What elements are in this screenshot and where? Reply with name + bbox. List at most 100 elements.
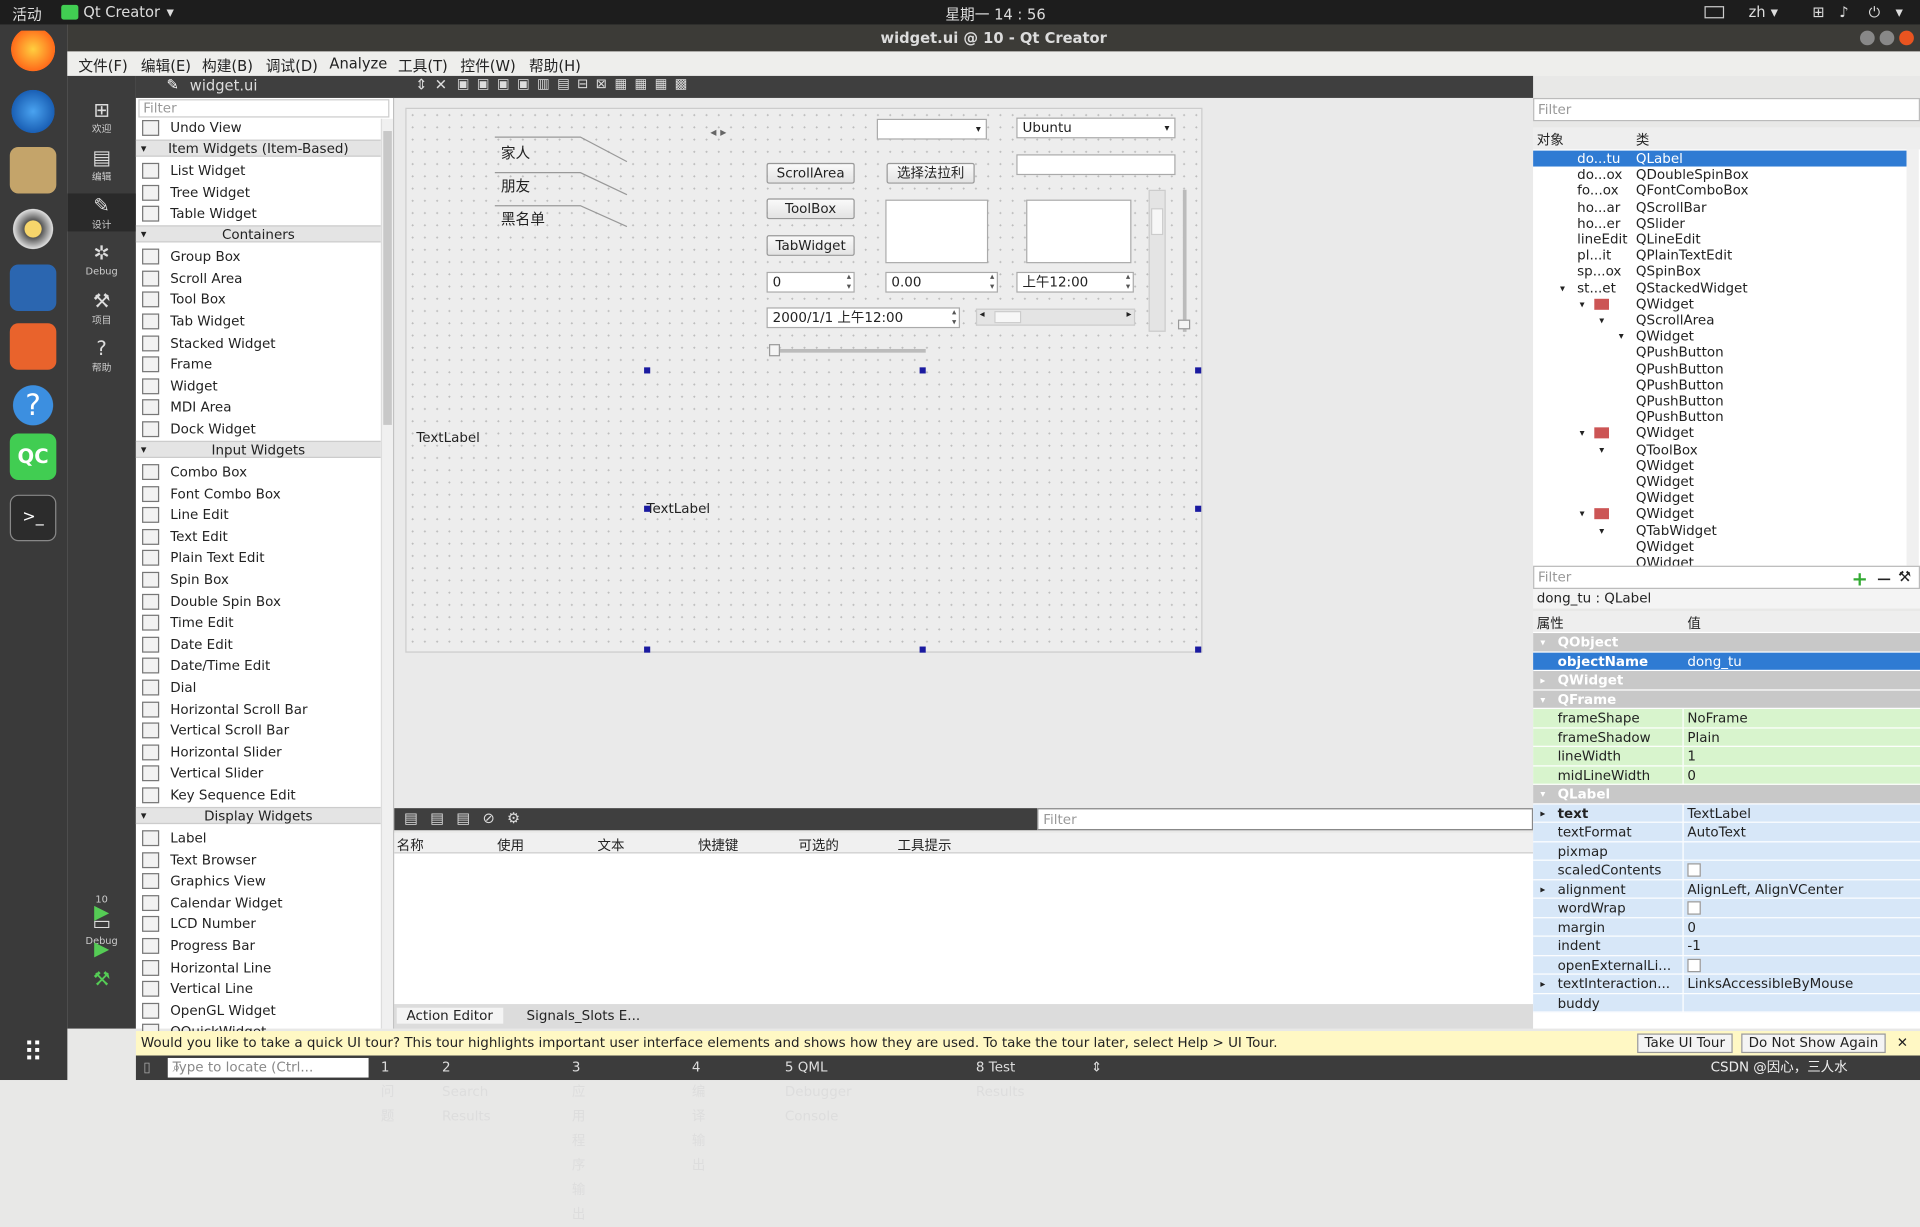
text-label-dong-tu[interactable]: TextLabel <box>647 501 711 517</box>
qt-creator-icon[interactable]: QC <box>9 433 57 481</box>
mode-help[interactable]: ? 帮助 <box>67 337 136 375</box>
chevron-updown-icon[interactable]: ⇕ <box>1091 1056 1102 1080</box>
action-table[interactable] <box>394 853 1534 1005</box>
menu-item[interactable]: 编辑(E) <box>141 55 191 76</box>
add-property-icon[interactable]: + <box>1851 567 1867 590</box>
object-tree-row[interactable]: ▾ QScrollArea <box>1533 312 1906 328</box>
widget-item[interactable]: Plain Text Edit <box>136 548 381 569</box>
column-class[interactable]: 类 <box>1636 130 1649 150</box>
widget-item[interactable]: Line Edit <box>136 505 381 526</box>
locator-input[interactable]: ⌕ Type to locate (Ctrl... <box>167 1057 369 1078</box>
close-icon[interactable] <box>1899 30 1914 46</box>
close-icon[interactable]: ✕ <box>1897 1031 1908 1055</box>
widget-item[interactable]: OpenGL Widget <box>136 1000 381 1021</box>
expand-arrow-icon[interactable]: ▾ <box>1580 506 1585 522</box>
network-icon[interactable]: ⊞ <box>1812 4 1824 21</box>
activities-button[interactable]: 活动 <box>12 4 41 25</box>
text-label-1[interactable]: TextLabel <box>416 430 480 446</box>
widget-item[interactable]: Calendar Widget <box>136 892 381 913</box>
property-section[interactable]: ▸ QWidget <box>1533 671 1920 691</box>
property-value[interactable]: dong_tu <box>1687 652 1741 671</box>
action-column[interactable]: 名称 <box>397 835 424 855</box>
toolbox-tab-family[interactable]: 家人 <box>501 142 530 163</box>
widget-item[interactable]: Scroll Area <box>136 268 381 289</box>
widget-item[interactable]: Vertical Slider <box>136 763 381 784</box>
widget-item[interactable]: Vertical Line <box>136 979 381 1000</box>
object-tree-row[interactable]: pl...it QPlainTextEdit <box>1533 248 1906 264</box>
output-pane-tab[interactable]: 1 问题 <box>381 1056 394 1129</box>
stacked-widget-arrows[interactable]: ◂ ▸ <box>710 126 726 139</box>
tabwidget-button[interactable]: TabWidget <box>766 235 855 256</box>
widget-item[interactable]: Combo Box <box>136 462 381 483</box>
mode-pencil[interactable]: ✎ 设计 <box>67 193 136 232</box>
widget-category[interactable]: Display Widgets <box>135 806 381 825</box>
horizontal-scroll-bar[interactable]: ◂ ▸ <box>975 308 1136 326</box>
selection-handle[interactable] <box>644 646 651 653</box>
object-tree-row[interactable]: QPushButton <box>1533 393 1906 409</box>
property-row[interactable]: openExternalLi... <box>1533 955 1920 975</box>
property-section[interactable]: ▾ QFrame <box>1533 690 1920 709</box>
selection-handle[interactable] <box>1195 646 1202 653</box>
widget-item[interactable]: List Widget <box>136 160 381 181</box>
output-pane-tab[interactable]: 2 Search Results <box>442 1056 491 1129</box>
take-ui-tour-button[interactable]: Take UI Tour <box>1637 1033 1733 1054</box>
expand-arrow-icon[interactable]: ▾ <box>1540 785 1545 804</box>
widget-item[interactable]: Widget <box>136 376 381 397</box>
widget-item[interactable]: Text Browser <box>136 849 381 870</box>
vertical-slider[interactable] <box>1177 189 1191 332</box>
widget-item[interactable]: Dock Widget <box>136 419 381 440</box>
object-tree-row[interactable]: lineEdit QLineEdit <box>1533 231 1906 247</box>
toolbox-tab-blacklist[interactable]: 黑名单 <box>501 208 545 229</box>
datetime-edit[interactable]: 2000/1/1 上午12:00 <box>766 307 961 329</box>
object-tree-row[interactable]: ▾ QToolBox <box>1533 442 1906 458</box>
widget-item[interactable]: Horizontal Scroll Bar <box>136 699 381 720</box>
property-row[interactable]: scaledContents <box>1533 860 1920 880</box>
object-tree-row[interactable]: do...tu QLabel <box>1533 150 1907 167</box>
software-center-icon[interactable] <box>9 323 57 370</box>
action-tools[interactable]: ▤▤▤⊘⚙ <box>404 809 532 826</box>
menu-item[interactable]: 文件(F) <box>78 55 127 76</box>
property-checkbox[interactable] <box>1687 958 1701 972</box>
object-tree-row[interactable]: QPushButton <box>1533 361 1906 377</box>
help-icon[interactable]: ? <box>9 382 57 429</box>
widget-box-scrollbar[interactable] <box>380 118 394 1029</box>
expand-arrow-icon[interactable]: ▾ <box>1599 442 1604 458</box>
widget-item[interactable]: Progress Bar <box>136 936 381 957</box>
property-value[interactable]: LinksAccessibleByMouse <box>1687 975 1853 994</box>
menu-item[interactable]: 控件(W) <box>460 55 515 76</box>
select-ferrari-button[interactable]: 选择法拉利 <box>886 162 975 184</box>
widget-filter-input[interactable]: Filter <box>138 99 390 118</box>
widget-item[interactable]: Horizontal Slider <box>136 742 381 763</box>
widget-item[interactable]: LCD Number <box>136 914 381 935</box>
object-tree-row[interactable]: ▾ QWidget <box>1533 296 1906 312</box>
property-row[interactable]: wordWrap <box>1533 898 1920 918</box>
widget-item[interactable]: Font Combo Box <box>136 483 381 504</box>
double-spin-box[interactable]: 0.00 <box>885 271 998 293</box>
open-document-label[interactable]: widget.ui <box>190 77 258 94</box>
combo-box[interactable]: ▾ <box>876 118 987 140</box>
object-tree-row[interactable]: ▾ QTabWidget <box>1533 522 1906 538</box>
property-checkbox[interactable] <box>1687 901 1701 915</box>
property-row[interactable]: pixmap <box>1533 841 1920 861</box>
widget-category[interactable]: Containers <box>135 225 381 243</box>
rhythmbox-icon[interactable] <box>9 205 57 253</box>
property-row[interactable]: indent -1 <box>1533 936 1920 956</box>
output-pane-tab[interactable]: 3 应用程序输出 <box>572 1056 585 1227</box>
widget-item[interactable]: Time Edit <box>136 612 381 633</box>
menu-item[interactable]: 工具(T) <box>398 55 448 76</box>
column-object[interactable]: 对象 <box>1537 130 1564 150</box>
property-value[interactable]: 0 <box>1687 766 1696 785</box>
font-combo-box[interactable]: Ubuntu ▾ <box>1016 117 1176 139</box>
widget-item[interactable]: Double Spin Box <box>136 591 381 612</box>
expand-arrow-icon[interactable]: ▾ <box>1580 296 1585 312</box>
widget-item[interactable]: Tree Widget <box>136 182 381 203</box>
documents-dropdown[interactable]: ⇕ <box>415 76 427 93</box>
widget-item[interactable]: Table Widget <box>136 203 381 224</box>
column-property[interactable]: 属性 <box>1537 613 1564 633</box>
mode-bug[interactable]: ✲ Debug <box>67 241 136 277</box>
property-row[interactable]: buddy <box>1533 993 1920 1013</box>
property-value[interactable]: NoFrame <box>1687 709 1747 728</box>
mode-wrench[interactable]: ⚒ 项目 <box>67 289 136 327</box>
property-value[interactable]: TextLabel <box>1687 804 1751 823</box>
widget-item[interactable]: Vertical Scroll Bar <box>136 720 381 741</box>
